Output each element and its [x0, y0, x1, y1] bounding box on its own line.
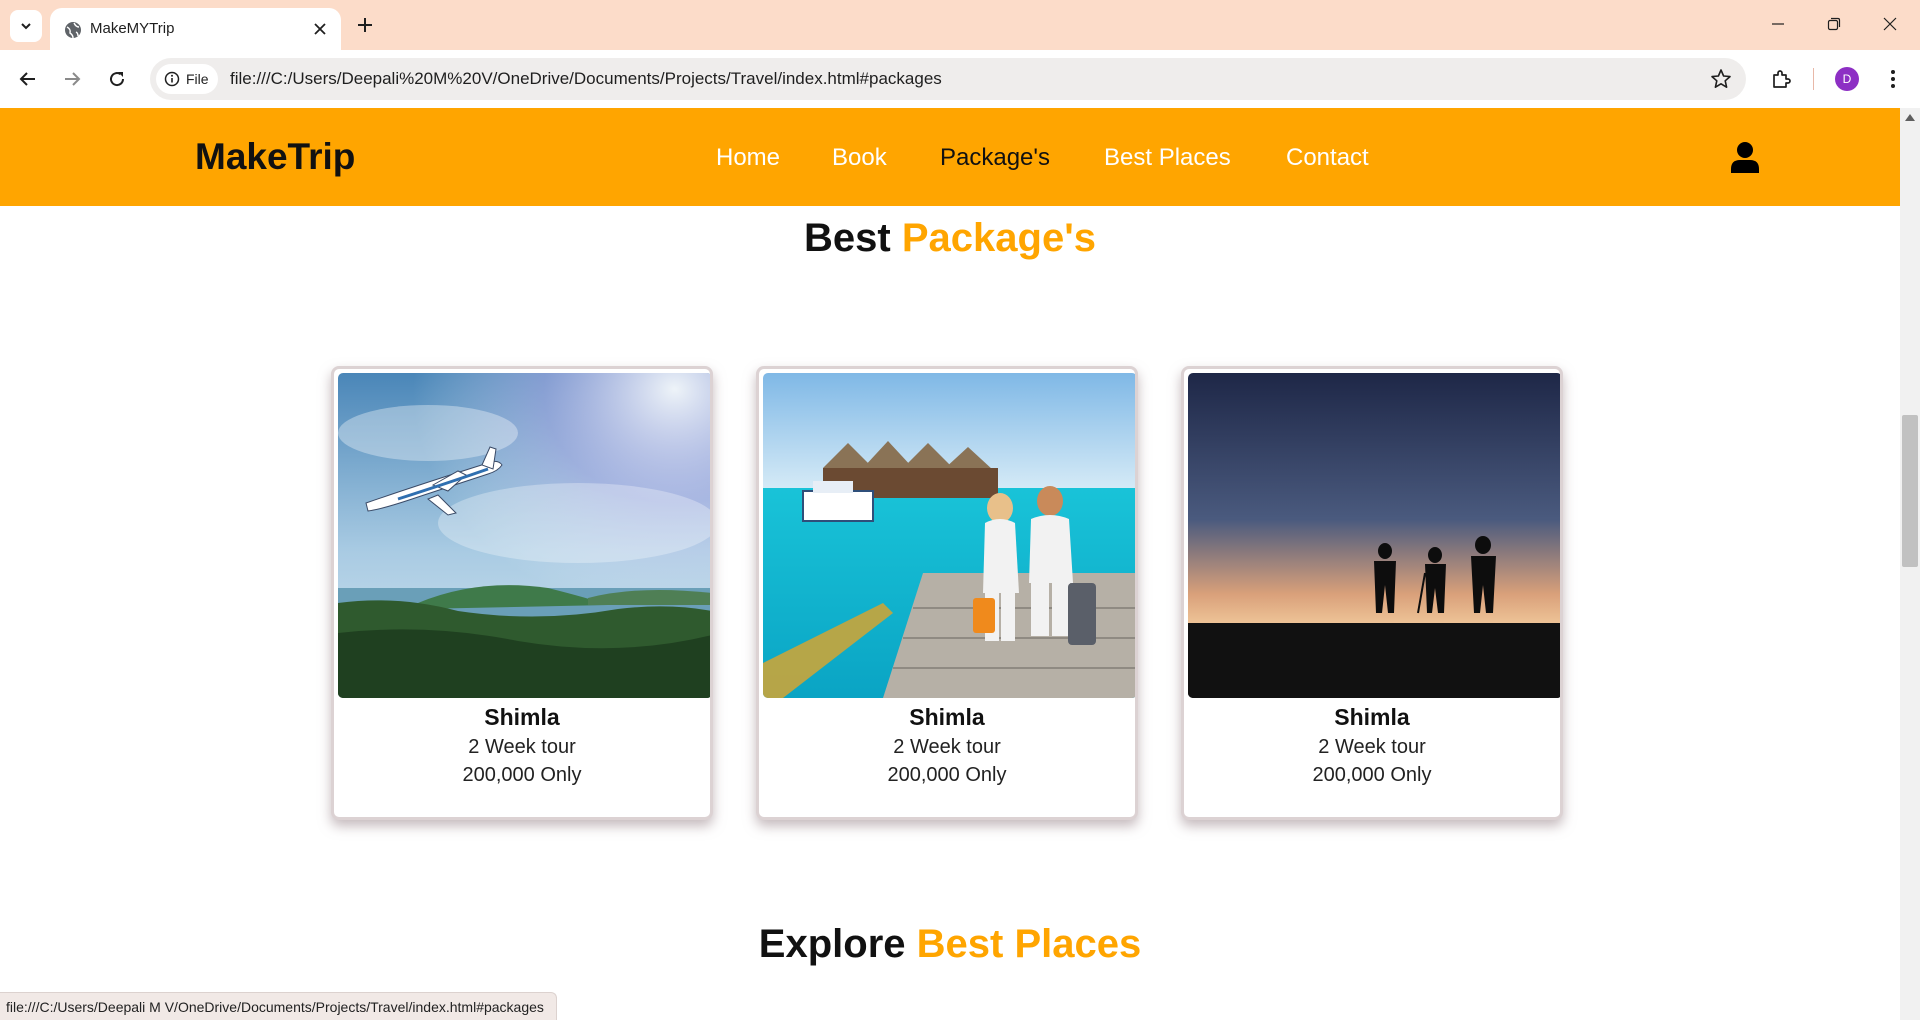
kebab-menu-icon — [1891, 70, 1895, 88]
package-price: 200,000 Only — [462, 764, 582, 786]
site-info-chip[interactable]: File — [156, 64, 218, 94]
info-icon — [164, 71, 180, 87]
profile-avatar[interactable]: D — [1835, 67, 1859, 91]
package-name: Shimla — [909, 704, 985, 730]
plus-icon — [358, 18, 372, 32]
package-duration: 2 Week tour — [893, 736, 1001, 758]
new-tab-button[interactable] — [350, 10, 380, 40]
package-card[interactable]: Shimla 2 Week tour 200,000 Only — [1181, 366, 1563, 820]
browser-toolbar: File file:///C:/Users/Deepali%20M%20V/On… — [0, 50, 1920, 108]
active-tab[interactable]: MakeMYTrip — [50, 8, 341, 50]
package-name: Shimla — [1334, 704, 1410, 730]
minimize-icon — [1772, 23, 1784, 25]
places-title: Explore Best Places — [0, 922, 1900, 967]
scroll-thumb[interactable] — [1902, 415, 1918, 567]
nav-book[interactable]: Book — [832, 144, 887, 172]
scroll-up-arrow-icon[interactable] — [1905, 114, 1915, 121]
nav-packages[interactable]: Package's — [940, 144, 1050, 172]
package-price: 200,000 Only — [887, 764, 1007, 786]
tab-strip: MakeMYTrip — [0, 0, 1920, 50]
packages-title-prefix: Best — [804, 216, 891, 260]
window-close-button[interactable] — [1862, 0, 1918, 48]
nav-contact[interactable]: Contact — [1286, 144, 1369, 172]
package-name: Shimla — [484, 704, 560, 730]
site-logo[interactable]: MakeTrip — [195, 136, 355, 178]
restore-icon — [1827, 17, 1841, 31]
package-image-sunset-hikers — [1188, 373, 1560, 698]
reload-button[interactable] — [101, 63, 133, 95]
reload-icon — [110, 72, 125, 87]
forward-arrow-icon — [65, 72, 81, 86]
user-icon[interactable] — [1730, 141, 1760, 173]
package-image-airplane — [338, 373, 710, 698]
packages-title-accent: Package's — [901, 216, 1096, 260]
package-duration: 2 Week tour — [1318, 736, 1426, 758]
package-price: 200,000 Only — [1312, 764, 1432, 786]
back-button[interactable] — [12, 63, 44, 95]
package-card[interactable]: Shimla 2 Week tour 200,000 Only — [331, 366, 713, 820]
browser-menu-button[interactable] — [1877, 63, 1909, 95]
close-icon — [314, 23, 326, 35]
packages-title: Best Package's — [0, 216, 1900, 261]
tab-close-button[interactable] — [307, 16, 333, 42]
forward-button[interactable] — [56, 63, 88, 95]
link-status-bubble: file:///C:/Users/Deepali M V/OneDrive/Do… — [0, 992, 557, 1020]
window-close-icon — [1883, 17, 1897, 31]
nav-home[interactable]: Home — [716, 144, 780, 172]
nav-best-places[interactable]: Best Places — [1104, 144, 1231, 172]
page-scrollbar[interactable] — [1900, 108, 1920, 1020]
restore-button[interactable] — [1806, 0, 1862, 48]
star-icon[interactable] — [1710, 68, 1732, 90]
toolbar-divider — [1813, 68, 1814, 90]
package-duration: 2 Week tour — [468, 736, 576, 758]
package-image-jetty — [763, 373, 1135, 698]
extensions-button[interactable] — [1765, 63, 1797, 95]
chevron-down-icon — [21, 23, 31, 30]
page-viewport: MakeTrip Home Book Package's Best Places… — [0, 108, 1900, 1020]
globe-icon — [65, 22, 81, 39]
places-title-accent: Best Places — [916, 922, 1142, 966]
tab-search-button[interactable] — [10, 10, 42, 42]
back-arrow-icon — [19, 72, 35, 86]
tab-title: MakeMYTrip — [90, 20, 175, 37]
site-header: MakeTrip Home Book Package's Best Places… — [0, 108, 1900, 206]
site-info-label: File — [186, 71, 209, 87]
package-card[interactable]: Shimla 2 Week tour 200,000 Only — [756, 366, 1138, 820]
url-text[interactable]: file:///C:/Users/Deepali%20M%20V/OneDriv… — [230, 69, 942, 89]
places-title-prefix: Explore — [758, 922, 906, 966]
minimize-button[interactable] — [1750, 0, 1806, 48]
extensions-icon — [1773, 70, 1791, 88]
address-bar[interactable]: File file:///C:/Users/Deepali%20M%20V/On… — [150, 58, 1746, 100]
